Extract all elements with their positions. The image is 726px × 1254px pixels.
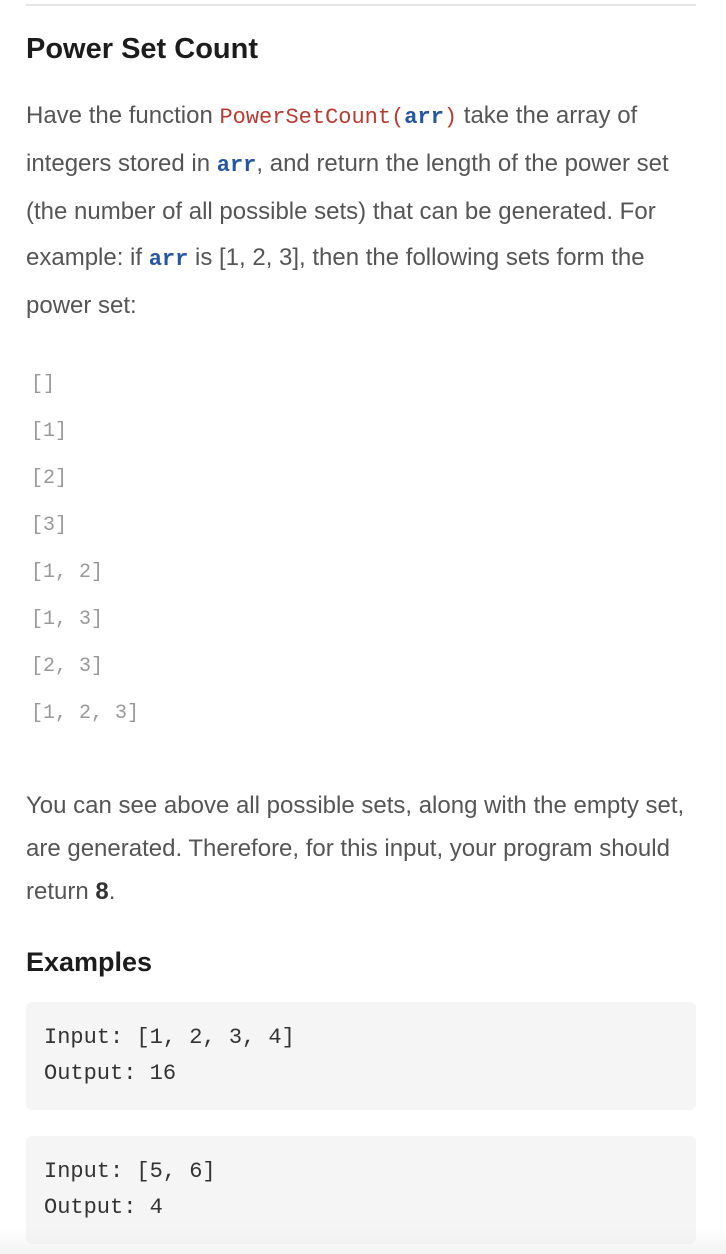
example-block: Input: [1, 2, 3, 4] Output: 16: [26, 1002, 696, 1110]
problem-description: Have the function PowerSetCount(arr) tak…: [26, 93, 706, 329]
outro-text-1: You can see above all possible sets, alo…: [26, 792, 685, 905]
arr-code-1: arr: [216, 153, 257, 178]
explanation-text: You can see above all possible sets, alo…: [26, 784, 706, 913]
example-input: Input: [5, 6]: [44, 1159, 216, 1184]
example-output: Output: 16: [44, 1061, 177, 1086]
function-close-paren: ): [443, 105, 458, 130]
set-item: [2, 3]: [31, 655, 104, 678]
function-name: PowerSetCount(: [219, 105, 405, 130]
intro-text-1: Have the function: [26, 102, 220, 129]
page-title: Power Set Count: [26, 33, 259, 65]
example-input: Input: [1, 2, 3, 4]: [44, 1025, 295, 1050]
set-item: [3]: [31, 514, 68, 537]
set-item: [1, 2]: [31, 561, 104, 584]
arr-code-2: arr: [148, 247, 189, 272]
set-item: [1, 3]: [31, 608, 104, 631]
power-set-list: [] [1] [2] [3] [1, 2] [1, 3] [2, 3] [1, …: [31, 361, 139, 737]
set-item: [1]: [31, 420, 68, 443]
example-output: Output: 4: [44, 1195, 163, 1220]
outro-text-2: .: [108, 878, 116, 905]
set-item: []: [31, 373, 56, 396]
top-divider: [26, 4, 696, 6]
answer-value: 8: [95, 878, 109, 905]
function-arg: arr: [404, 105, 444, 130]
set-item: [2]: [31, 467, 68, 490]
bottom-fade: [0, 1228, 726, 1254]
function-name-code: PowerSetCount(arr): [219, 105, 457, 130]
examples-heading: Examples: [26, 947, 153, 977]
set-item: [1, 2, 3]: [31, 702, 140, 725]
